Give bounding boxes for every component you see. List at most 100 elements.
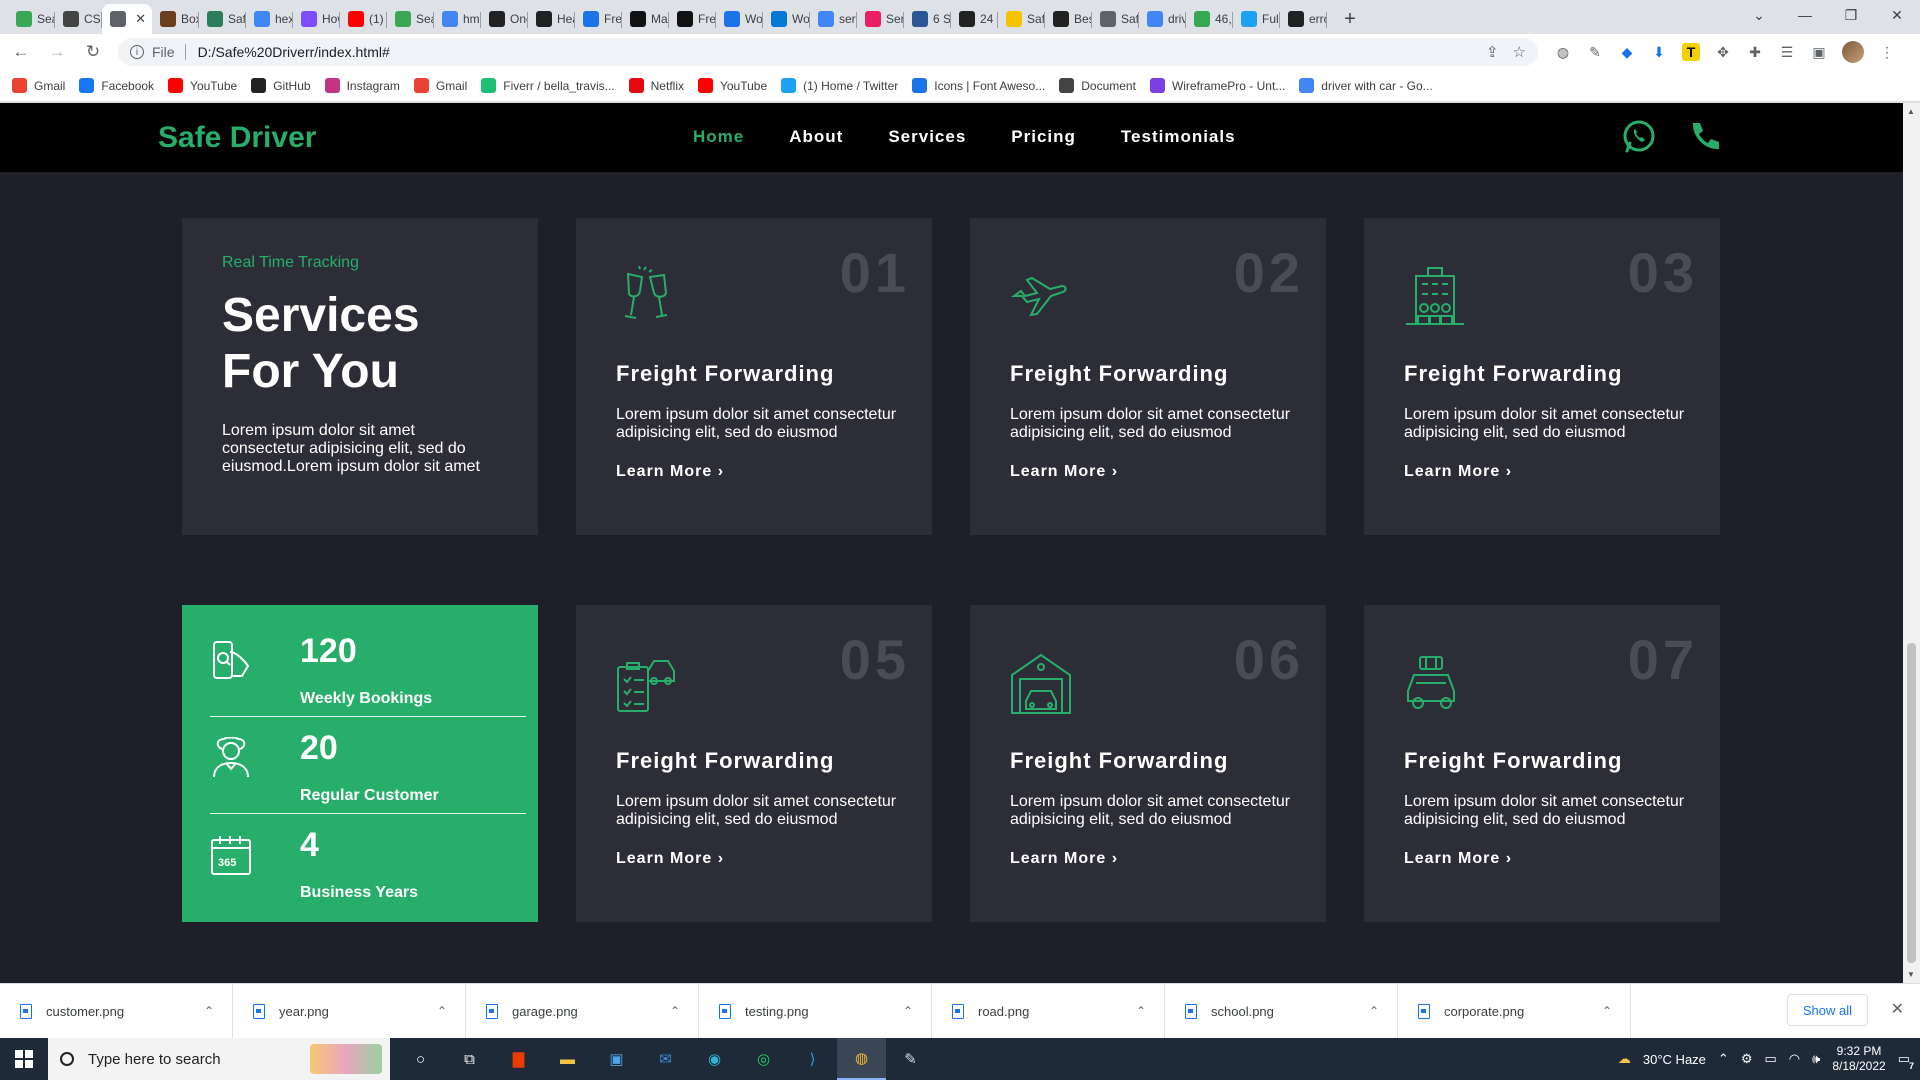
browser-tab[interactable]: Ma: [622, 4, 669, 34]
mail-icon[interactable]: ✉: [641, 1038, 690, 1080]
site-logo[interactable]: Safe Driver: [158, 121, 316, 155]
browser-tab[interactable]: Bes: [1045, 4, 1092, 34]
phone-icon[interactable]: [1687, 119, 1723, 155]
office-icon[interactable]: ▇: [494, 1038, 543, 1080]
notifications-icon[interactable]: ▭ 7: [1898, 1051, 1914, 1071]
nav-about[interactable]: About: [789, 127, 843, 147]
browser-tab[interactable]: hm: [434, 4, 481, 34]
service-card[interactable]: 06 Freight Forwarding Lorem ipsum dolor …: [970, 605, 1326, 922]
download-extension-icon[interactable]: ⬇: [1650, 43, 1668, 61]
bookmark-item[interactable]: Gmail: [12, 78, 65, 93]
download-item[interactable]: testing.png ⌃: [699, 983, 932, 1039]
reload-icon[interactable]: ↻: [78, 37, 108, 67]
browser-tab[interactable]: Wo: [716, 4, 763, 34]
browser-tab[interactable]: 46,: [1186, 4, 1233, 34]
browser-tab[interactable]: One: [481, 4, 528, 34]
url-text[interactable]: D:/Safe%20Driverr/index.html#: [198, 44, 390, 60]
browser-tab[interactable]: 24: [951, 4, 998, 34]
browser-tab[interactable]: Ser: [857, 4, 904, 34]
battery-icon[interactable]: ▭: [1764, 1051, 1776, 1067]
scroll-up-icon[interactable]: ▲: [1907, 107, 1915, 116]
browser-tab[interactable]: How: [293, 4, 340, 34]
eyedropper-extension-icon[interactable]: ✎: [1586, 43, 1604, 61]
bookmark-item[interactable]: Gmail: [413, 78, 467, 93]
download-options-icon[interactable]: ⌃: [437, 1004, 447, 1018]
taskbar-search[interactable]: Type here to search: [48, 1038, 390, 1080]
file-explorer-icon[interactable]: ▬: [543, 1038, 592, 1080]
site-info-icon[interactable]: i: [130, 45, 144, 59]
download-options-icon[interactable]: ⌃: [670, 1004, 680, 1018]
learn-more-link[interactable]: Learn More ›: [616, 463, 724, 481]
close-tab-icon[interactable]: ✕: [135, 11, 146, 27]
bookmark-item[interactable]: GitHub: [251, 78, 311, 93]
chrome-icon[interactable]: ◍: [837, 1038, 886, 1080]
bookmark-item[interactable]: YouTube: [168, 78, 237, 93]
share-icon[interactable]: ⇪: [1486, 43, 1499, 61]
bookmark-item[interactable]: WireframePro - Unt...: [1149, 78, 1285, 93]
download-item[interactable]: customer.png ⌃: [0, 983, 233, 1039]
bookmark-item[interactable]: YouTube: [697, 78, 767, 93]
bookmark-item[interactable]: Icons | Font Aweso...: [912, 78, 1045, 93]
service-card[interactable]: 03 Freight Forwarding Lorem ipsum dolor …: [1364, 218, 1720, 535]
nav-home[interactable]: Home: [693, 127, 744, 147]
bookmark-star-icon[interactable]: ☆: [1513, 43, 1526, 61]
show-all-downloads-button[interactable]: Show all: [1786, 994, 1868, 1026]
edge-icon[interactable]: ◉: [690, 1038, 739, 1080]
browser-tab[interactable]: driv: [1139, 4, 1186, 34]
globe-extension-icon[interactable]: ◍: [1554, 43, 1572, 61]
bookmark-item[interactable]: (1) Home / Twitter: [781, 78, 898, 93]
browser-tab[interactable]: Full: [1233, 4, 1280, 34]
browser-tab[interactable]: hex: [246, 4, 293, 34]
download-item[interactable]: garage.png ⌃: [466, 983, 699, 1039]
learn-more-link[interactable]: Learn More ›: [616, 850, 724, 868]
learn-more-link[interactable]: Learn More ›: [1010, 850, 1118, 868]
cortana-icon[interactable]: ○: [396, 1038, 445, 1080]
browser-tab[interactable]: Sea: [387, 4, 434, 34]
browser-tab[interactable]: CSS: [55, 4, 102, 34]
volume-icon[interactable]: 🕪: [1812, 1051, 1820, 1067]
download-item[interactable]: school.png ⌃: [1165, 983, 1398, 1039]
learn-more-link[interactable]: Learn More ›: [1404, 463, 1512, 481]
browser-tab[interactable]: serv: [810, 4, 857, 34]
minimize-button[interactable]: —: [1782, 0, 1828, 30]
wifi-icon[interactable]: ◠: [1789, 1051, 1800, 1067]
weather-icon[interactable]: ☁: [1618, 1051, 1631, 1067]
bookmark-item[interactable]: Fiverr / bella_travis...: [481, 78, 615, 93]
paint-icon[interactable]: ✎: [886, 1038, 935, 1080]
nav-testimonials[interactable]: Testimonials: [1121, 127, 1236, 147]
bookmark-item[interactable]: driver with car - Go...: [1299, 78, 1433, 93]
download-item[interactable]: road.png ⌃: [932, 983, 1165, 1039]
learn-more-link[interactable]: Learn More ›: [1404, 850, 1512, 868]
browser-tab[interactable]: Wo: [763, 4, 810, 34]
puzzle-extensions-icon[interactable]: ✚: [1746, 43, 1764, 61]
close-shelf-icon[interactable]: ✕: [1891, 999, 1904, 1019]
profile-avatar[interactable]: [1842, 41, 1864, 63]
browser-tab[interactable]: 6 S: [904, 4, 951, 34]
bookmark-item[interactable]: Instagram: [324, 78, 400, 93]
whatsapp-taskbar-icon[interactable]: ◎: [739, 1038, 788, 1080]
browser-tab[interactable]: Hea: [528, 4, 575, 34]
download-options-icon[interactable]: ⌃: [903, 1004, 913, 1018]
whatsapp-icon[interactable]: [1621, 119, 1657, 155]
service-card[interactable]: 01 Freight Forwarding Lorem ipsum dolor …: [576, 218, 932, 535]
browser-tab[interactable]: Safe: [199, 4, 246, 34]
side-panel-icon[interactable]: ▣: [1810, 43, 1828, 61]
learn-more-link[interactable]: Learn More ›: [1010, 463, 1118, 481]
browser-tab[interactable]: ✕: [102, 4, 152, 34]
tab-search-button[interactable]: ⌄: [1736, 0, 1782, 30]
store-icon[interactable]: ▣: [592, 1038, 641, 1080]
nav-services[interactable]: Services: [888, 127, 966, 147]
forward-icon[interactable]: →: [42, 37, 72, 67]
reading-list-icon[interactable]: ☰: [1778, 43, 1796, 61]
download-options-icon[interactable]: ⌃: [1602, 1004, 1612, 1018]
address-bar[interactable]: i File D:/Safe%20Driverr/index.html# ⇪ ☆: [118, 38, 1538, 66]
service-card[interactable]: 02 Freight Forwarding Lorem ipsum dolor …: [970, 218, 1326, 535]
task-view-icon[interactable]: ⧉: [445, 1038, 494, 1080]
bookmark-item[interactable]: Netflix: [628, 78, 684, 93]
download-options-icon[interactable]: ⌃: [1369, 1004, 1379, 1018]
page-scrollbar[interactable]: ▲ ▼: [1903, 103, 1920, 983]
browser-tab[interactable]: Box: [152, 4, 199, 34]
weather-text[interactable]: 30°C Haze: [1643, 1052, 1706, 1067]
browser-tab[interactable]: Free: [575, 4, 622, 34]
browser-tab[interactable]: (1): [340, 4, 387, 34]
